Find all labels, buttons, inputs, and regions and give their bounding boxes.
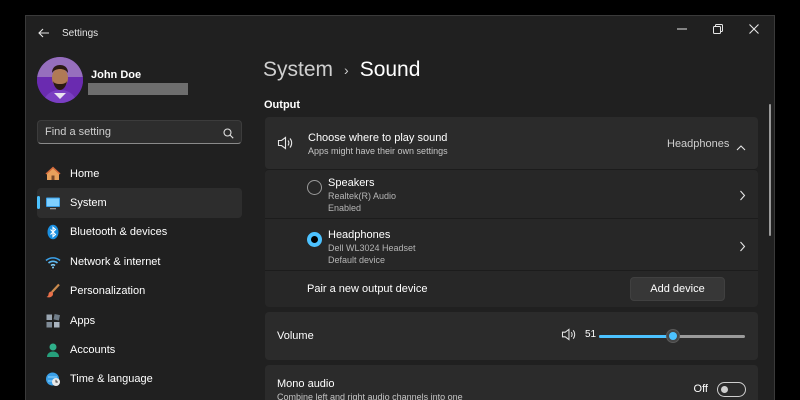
- volume-value: 51: [585, 329, 597, 340]
- close-icon: [749, 24, 759, 34]
- sidebar-item-system[interactable]: System: [37, 188, 242, 218]
- device-detail: Dell WL3024 Headset: [328, 243, 416, 253]
- search-box[interactable]: [37, 120, 242, 144]
- mono-audio-toggle[interactable]: [717, 382, 746, 397]
- back-button[interactable]: [34, 24, 54, 42]
- close-button[interactable]: [736, 18, 772, 40]
- sidebar-item-label: Personalization: [70, 285, 146, 298]
- home-icon: [45, 166, 61, 182]
- output-device-list: Speakers Realtek(R) Audio Enabled Headph…: [265, 169, 758, 307]
- page-title: Sound: [359, 58, 421, 81]
- slider-thumb[interactable]: [666, 329, 681, 343]
- device-status: Default device: [328, 255, 386, 265]
- volume-icon[interactable]: [561, 328, 576, 346]
- selected-output-device: Headphones: [667, 138, 730, 150]
- sidebar-nav: Home System Bluetooth & devices Network …: [37, 159, 242, 394]
- minimize-icon: [677, 28, 687, 30]
- device-name: Headphones: [328, 229, 391, 241]
- user-photo-icon: [37, 57, 83, 103]
- search-icon[interactable]: [223, 126, 234, 144]
- slider-fill: [599, 335, 674, 338]
- brush-icon: [45, 283, 61, 299]
- bluetooth-icon: [45, 224, 61, 240]
- mono-audio-subtitle: Combine left and right audio channels in…: [277, 392, 463, 400]
- minimize-button[interactable]: [664, 18, 700, 40]
- profile-email-redacted: [88, 83, 188, 95]
- breadcrumb-parent[interactable]: System: [263, 58, 333, 82]
- back-arrow-icon: [38, 28, 49, 38]
- apps-icon: [45, 313, 61, 329]
- sidebar-item-label: Accounts: [70, 344, 116, 357]
- device-status: Enabled: [328, 203, 362, 213]
- sidebar-item-personalization[interactable]: Personalization: [37, 277, 242, 306]
- mono-audio-state: Off: [693, 383, 708, 395]
- sidebar-item-home[interactable]: Home: [37, 159, 242, 188]
- settings-window: Settings John Doe Find a setting Home Sy…: [25, 15, 775, 400]
- avatar[interactable]: [37, 57, 83, 103]
- sidebar-item-label: Bluetooth & devices: [70, 226, 168, 239]
- chevron-up-icon[interactable]: [736, 138, 746, 156]
- sidebar-item-accounts[interactable]: Accounts: [37, 335, 242, 364]
- sidebar-item-label: Home: [70, 167, 100, 180]
- globe-clock-icon: [45, 371, 61, 387]
- scrollbar[interactable]: [769, 104, 771, 236]
- pair-device-label: Pair a new output device: [307, 283, 428, 295]
- device-detail: Realtek(R) Audio: [328, 191, 397, 201]
- title-bar: Settings: [26, 16, 774, 50]
- output-device-expander[interactable]: Choose where to play sound Apps might ha…: [265, 117, 758, 169]
- output-header-subtitle: Apps might have their own settings: [308, 146, 448, 156]
- divider: [265, 218, 758, 219]
- search-input[interactable]: [45, 124, 215, 140]
- sidebar-item-label: Time & language: [70, 373, 153, 386]
- radio-speakers[interactable]: [307, 180, 322, 195]
- breadcrumb-separator: ›: [344, 62, 349, 78]
- volume-slider[interactable]: [599, 329, 745, 343]
- app-title: Settings: [62, 28, 99, 39]
- sidebar-item-bluetooth[interactable]: Bluetooth & devices: [37, 218, 242, 247]
- section-title-output: Output: [264, 99, 301, 111]
- device-name: Speakers: [328, 177, 375, 189]
- speaker-icon: [277, 136, 293, 155]
- wifi-icon: [45, 254, 61, 270]
- mono-audio-card: Mono audio Combine left and right audio …: [265, 365, 758, 400]
- divider: [265, 270, 758, 271]
- sidebar-item-time-language[interactable]: Time & language: [37, 365, 242, 394]
- system-icon: [45, 195, 61, 211]
- restore-icon: [713, 24, 723, 34]
- sidebar-item-apps[interactable]: Apps: [37, 306, 242, 335]
- breadcrumb: System › Sound: [263, 58, 420, 82]
- account-icon: [45, 342, 61, 358]
- mono-audio-title: Mono audio: [277, 378, 335, 390]
- sidebar-item-network[interactable]: Network & internet: [37, 247, 242, 276]
- chevron-right-icon[interactable]: [739, 239, 746, 257]
- sidebar-item-label: Apps: [70, 314, 96, 327]
- volume-card: Volume 51: [265, 312, 758, 360]
- restore-button[interactable]: [700, 18, 736, 40]
- chevron-right-icon[interactable]: [739, 188, 746, 206]
- volume-label: Volume: [277, 330, 314, 342]
- add-device-button[interactable]: Add device: [630, 277, 725, 301]
- radio-headphones[interactable]: [307, 232, 322, 247]
- output-header-title: Choose where to play sound: [308, 132, 448, 144]
- profile-name: John Doe: [91, 69, 142, 81]
- sidebar-item-label: Network & internet: [70, 255, 161, 268]
- sidebar-item-label: System: [70, 197, 107, 210]
